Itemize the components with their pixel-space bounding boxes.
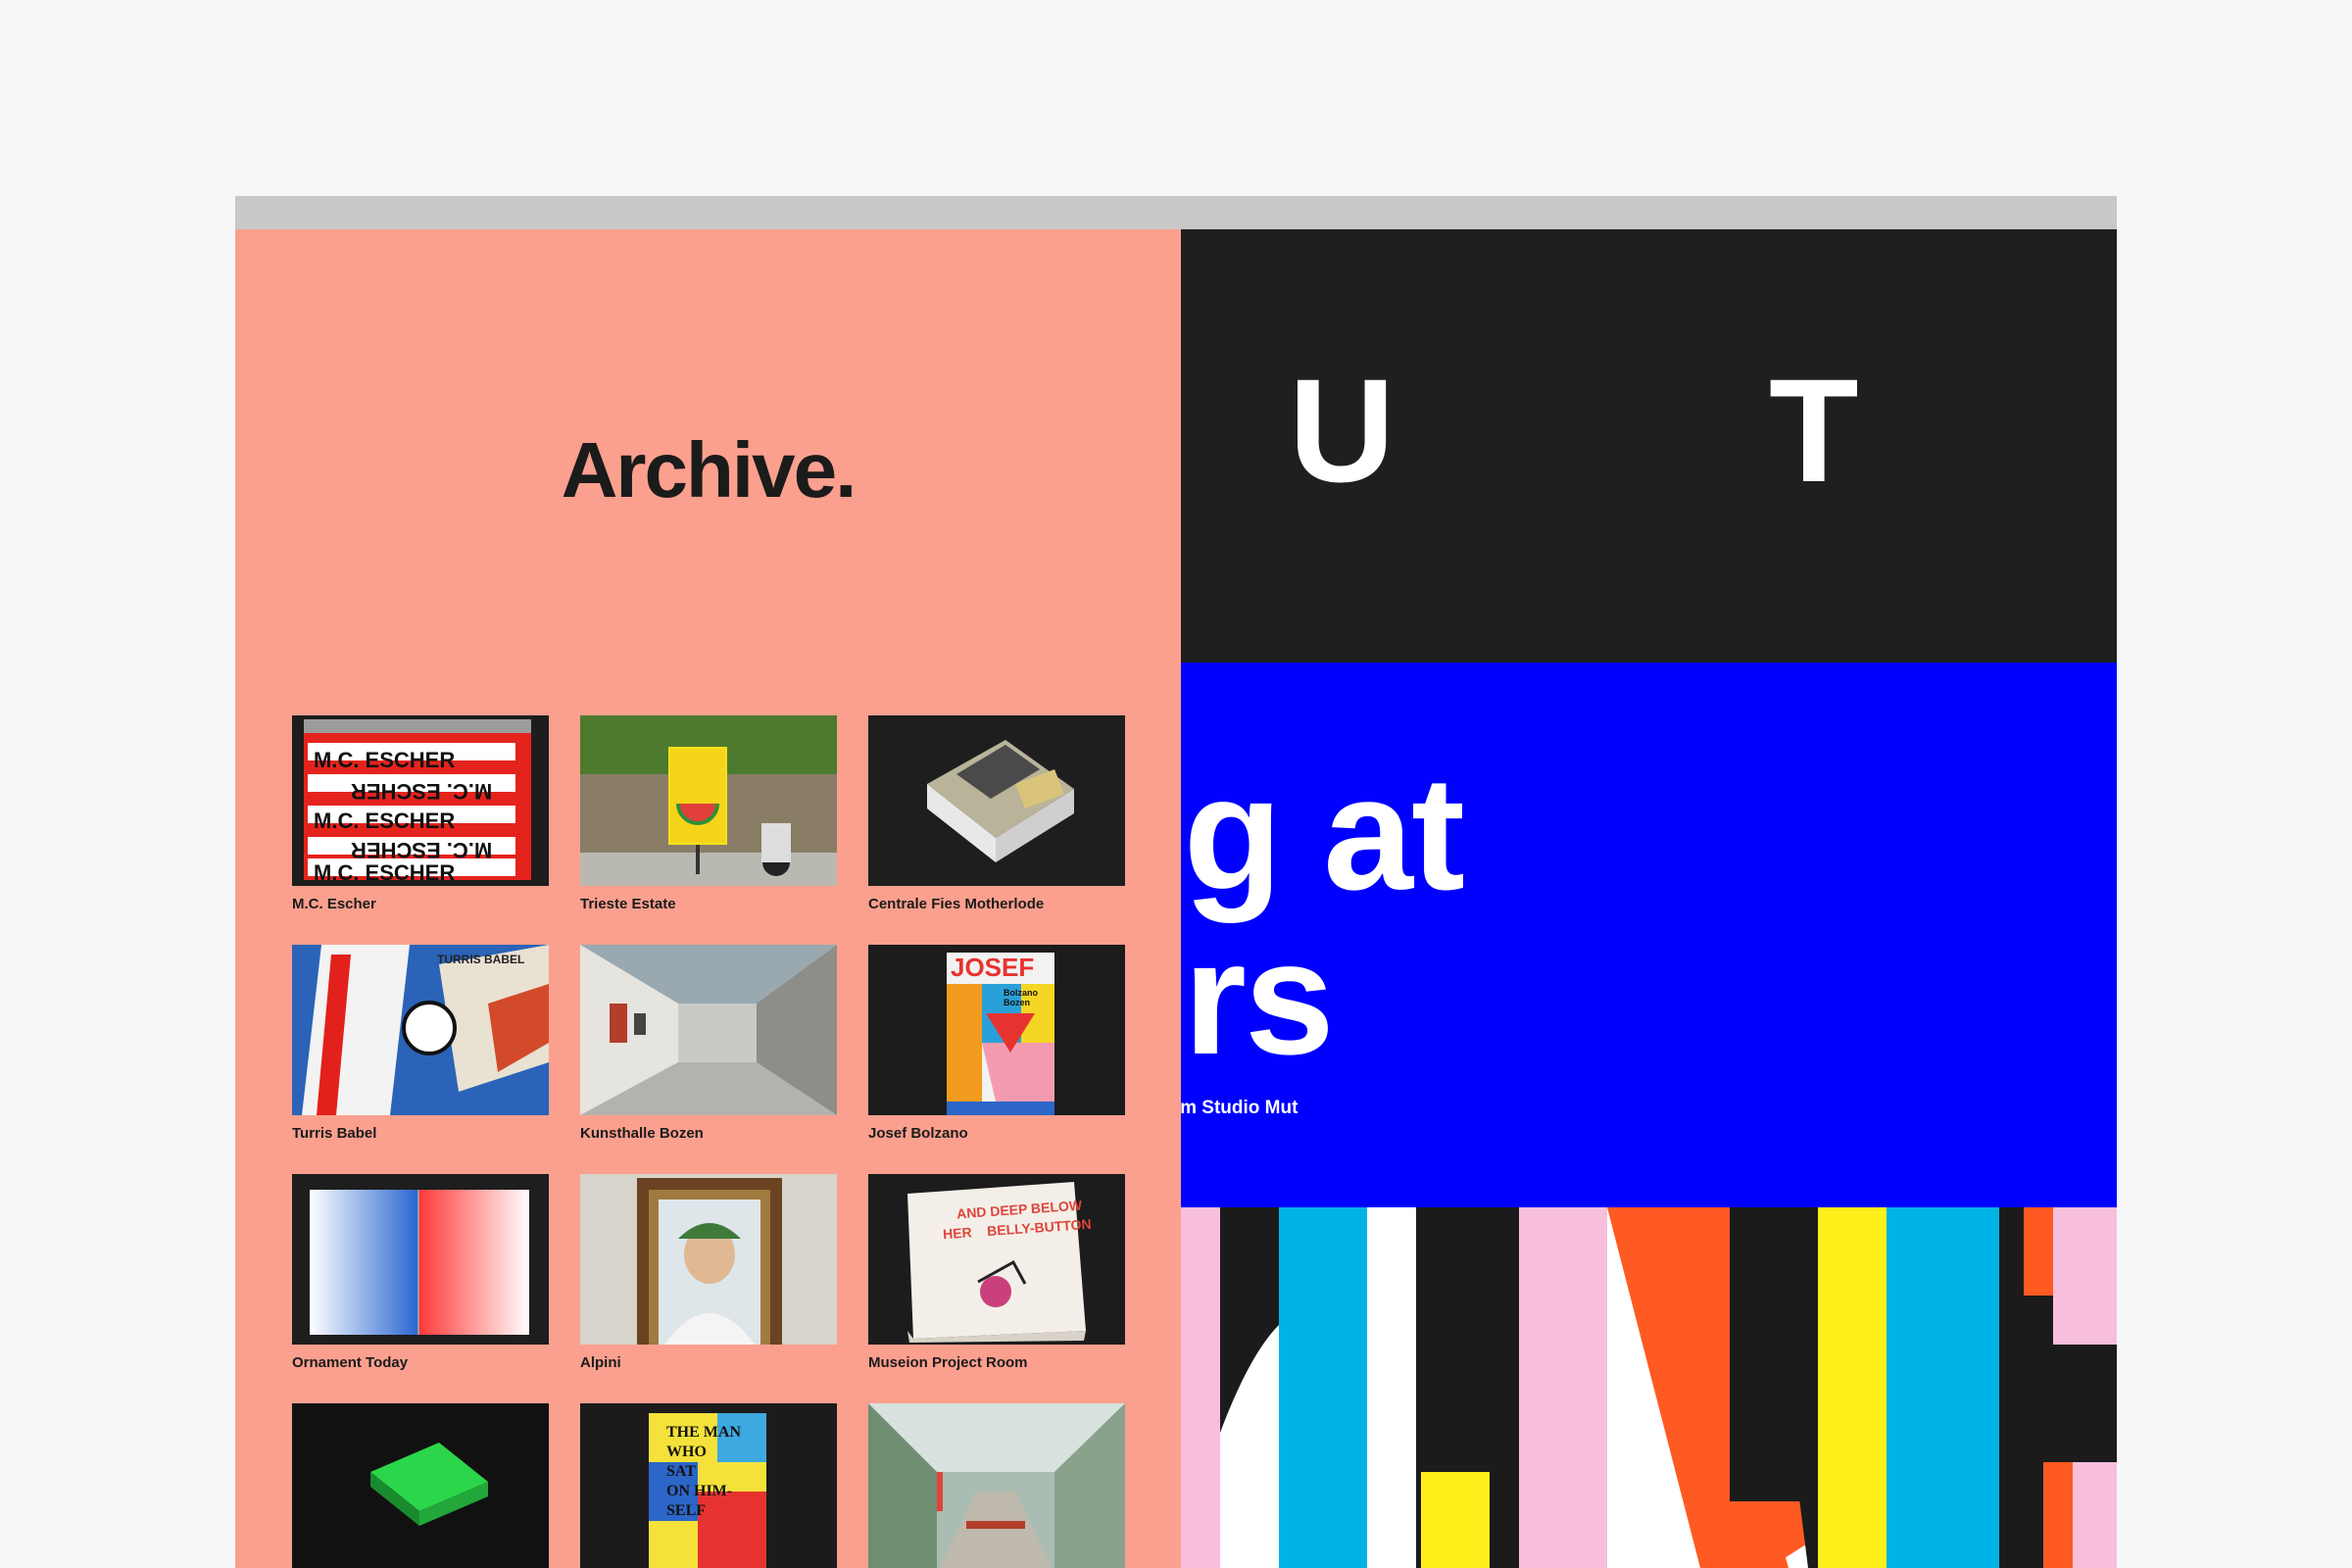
logo-band: U T — [1181, 229, 2117, 662]
archive-item-neon-book[interactable] — [292, 1403, 549, 1568]
graphic-stripes — [1181, 1207, 2117, 1568]
escher-cover-text-3: M.C. ESCHER — [314, 808, 456, 833]
the-man-book-photo: THE MAN WHO SAT ON HIM- SELF — [580, 1403, 837, 1568]
josef-book-photo: JOSEF Bolzano Bozen — [868, 945, 1125, 1115]
escher-cover-text-4: M.C. ESCHER — [351, 838, 493, 862]
josef-cover-title: JOSEF — [951, 953, 1035, 982]
open-book-photo — [292, 1174, 549, 1345]
archive-item-label: Turris Babel — [292, 1125, 377, 1142]
archive-item-escher[interactable]: M.C. ESCHER M.C. ESCHER M.C. ESCHER M.C.… — [292, 715, 549, 912]
gallery-hall-photo — [580, 945, 837, 1115]
hero-headline: ing at ters — [1181, 743, 1465, 1088]
archive-item-alpini[interactable]: Alpini — [580, 1174, 837, 1371]
archive-title: Archive. — [561, 426, 858, 514]
archive-item-turris-babel[interactable]: TURRIS BABEL Turris Babel — [292, 945, 549, 1142]
escher-books-photo: M.C. ESCHER M.C. ESCHER M.C. ESCHER M.C.… — [292, 715, 549, 886]
archive-item-label: Museion Project Room — [868, 1354, 1028, 1371]
browser-window: U T ing at ters ers from Studio Mut — [235, 196, 2117, 1568]
archive-item-centrale-fies[interactable]: Centrale Fies Motherlode — [868, 715, 1125, 912]
the-man-cover-text: THE MAN WHO SAT ON HIM- SELF — [666, 1424, 741, 1519]
framed-portrait-photo — [580, 1174, 837, 1345]
magazines-photo: TURRIS BABEL — [292, 945, 549, 1115]
hero-subline[interactable]: ers from Studio Mut — [1181, 1098, 1298, 1119]
browser-toolbar — [235, 196, 2117, 229]
hero-band: ing at ters ers from Studio Mut — [1181, 662, 2117, 1207]
archive-item-label: Ornament Today — [292, 1354, 409, 1371]
archive-item-josef[interactable]: JOSEF Bolzano Bozen Josef Bolzano — [868, 945, 1125, 1142]
archive-item-label: Josef Bolzano — [868, 1125, 968, 1142]
escher-cover-text-1: M.C. ESCHER — [314, 748, 456, 772]
archive-item-ornament-today[interactable]: Ornament Today — [292, 1174, 549, 1371]
posters-photo: AND DEEP BELOW HER BELLY-BUTTON — [868, 1174, 1125, 1345]
logo-letter-u: U — [1289, 348, 1396, 513]
page-viewport[interactable]: U T ing at ters ers from Studio Mut — [235, 229, 2117, 1568]
archive-item-label: Trieste Estate — [580, 896, 676, 912]
archive-item-greenhouse[interactable] — [868, 1403, 1125, 1568]
greenhouse-photo — [868, 1403, 1125, 1568]
archive-item-the-man[interactable]: THE MAN WHO SAT ON HIM- SELF — [580, 1403, 837, 1568]
logo-letter-t: T — [1769, 348, 1859, 513]
archive-item-trieste[interactable]: Trieste Estate — [580, 715, 837, 912]
archive-panel: Archive. M.C. ESCHER M.C. ESCHER M.C. ES… — [235, 229, 1181, 1568]
street-poster-photo — [580, 715, 837, 886]
archive-item-label: Kunsthalle Bozen — [580, 1125, 704, 1142]
archive-item-kunsthalle[interactable]: Kunsthalle Bozen — [580, 945, 837, 1142]
archive-item-label: Alpini — [580, 1354, 621, 1371]
studio-homepage-panel: U T ing at ters ers from Studio Mut — [1181, 229, 2117, 1568]
escher-cover-text-5: M.C. ESCHER — [314, 860, 456, 885]
josef-cover-subtitle: Bolzano Bozen — [1004, 988, 1038, 1007]
archive-item-label: Centrale Fies Motherlode — [868, 896, 1045, 912]
book-stack-photo — [868, 715, 1125, 886]
green-neon-book-photo — [292, 1403, 549, 1568]
turris-cover-text: TURRIS BABEL — [437, 953, 525, 966]
escher-cover-text-2: M.C. ESCHER — [351, 779, 493, 804]
stripes-artwork — [1181, 1207, 2117, 1568]
archive-item-museion[interactable]: AND DEEP BELOW HER BELLY-BUTTON Museion … — [868, 1174, 1125, 1371]
archive-item-label: M.C. Escher — [292, 896, 376, 912]
